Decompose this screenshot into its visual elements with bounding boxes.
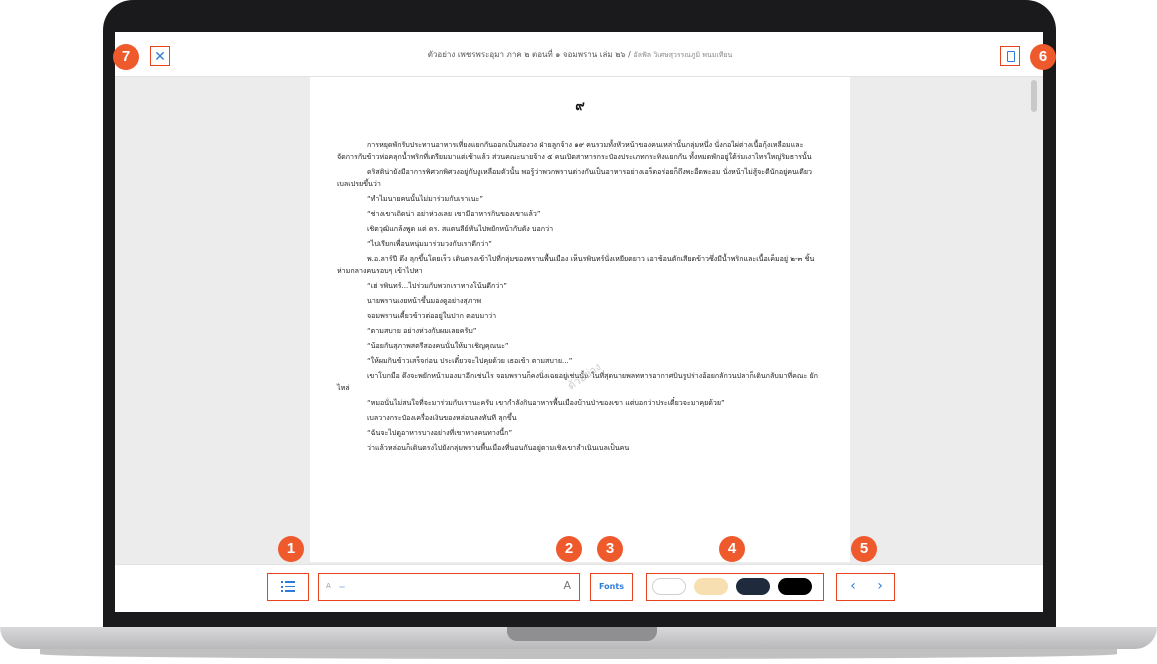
page-text: การหยุดพักรับประทานอาหารเที่ยงแยกกันออกเ… [337, 139, 822, 457]
callout-5: 5 [851, 536, 877, 562]
paragraph: “ตามสบาย อย่างห่วงกับผมเลยครับ” [367, 326, 477, 335]
laptop-shadow [40, 649, 1117, 659]
chevron-right-icon[interactable]: › [873, 578, 887, 594]
page-navigation: ‹ › [836, 573, 895, 601]
theme-selector [646, 573, 824, 601]
paragraph: พ.อ.ลาร์ปี ดึง ลุกขึ้นโดยเร็ว เดินตรงเข้… [337, 254, 815, 275]
laptop-notch [507, 627, 657, 641]
reader-toolbar: A A Fonts ‹ › [115, 564, 1043, 612]
paragraph: “ไปเรียกเพื่อนหนุ่มมาร่วมวงกับเราดีกว่า” [367, 239, 492, 248]
slider-track [339, 586, 345, 588]
callout-7: 7 [113, 44, 139, 70]
paragraph: จอมพรานเคี้ยวข้าวต่ออยู่ในปาก ตอบมาว่า [367, 311, 497, 320]
paragraph: “ช่างเขาเถิดน่า อย่าห่วงเลย เขามีอาหารกิ… [367, 209, 541, 218]
paragraph: “หมอนั่นไม่สนใจที่จะมาร่วมกับเรานะครับ เ… [367, 398, 725, 407]
book-author: อัลฟัล วิเศษสุวรรณภูมิ พนมเทียน [633, 51, 733, 59]
paragraph: “ฉันจะไปดูอาหารบางอย่างที่เขาทางคนทางนี้… [367, 428, 513, 437]
chevron-left-icon[interactable]: ‹ [846, 578, 860, 594]
theme-white-swatch[interactable] [652, 578, 686, 595]
theme-black-swatch[interactable] [778, 578, 812, 595]
callout-2: 2 [556, 536, 582, 562]
close-icon: ✕ [154, 49, 166, 65]
paragraph: นายพรานเงยหน้าขึ้นมองดูอย่างสุภาพ [367, 296, 482, 305]
reader-screen: ✕ ตัวอย่าง เพชรพระอุมา ภาค ๒ ตอนที่ ๑ จอ… [115, 32, 1043, 612]
scrollbar[interactable] [1031, 80, 1037, 112]
bookmark-icon [1007, 51, 1015, 62]
fonts-button[interactable]: Fonts [590, 573, 633, 601]
paragraph: ดริสติน่ายังมีอาการพิศวกพิศวงอยู่กับงูเห… [337, 167, 813, 188]
theme-navy-swatch[interactable] [736, 578, 770, 595]
bookmark-button[interactable] [1000, 46, 1020, 66]
font-size-small-label: A [326, 582, 331, 590]
paragraph: “เฮ่ รพินทร์...ไปร่วมกับพวกเราทางโน้นดีก… [367, 281, 507, 290]
theme-sepia-swatch[interactable] [694, 578, 728, 595]
document-title: ตัวอย่าง เพชรพระอุมา ภาค ๒ ตอนที่ ๑ จอมพ… [285, 48, 875, 61]
book-page: ๙ การหยุดพักรับประทานอาหารเที่ยงแยกกันออ… [310, 77, 850, 562]
list-icon [281, 581, 295, 593]
page-number: ๙ [575, 99, 585, 114]
paragraph: การหยุดพักรับประทานอาหารเที่ยงแยกกันออกเ… [337, 140, 812, 161]
callout-4: 4 [719, 536, 745, 562]
paragraph: ว่าแล้วหล่อนก็เดินตรงไปยังกลุ่มพรานพื้นเ… [367, 443, 630, 452]
table-of-contents-button[interactable] [267, 573, 309, 601]
book-title: ตัวอย่าง เพชรพระอุมา ภาค ๒ ตอนที่ ๑ จอมพ… [427, 50, 631, 59]
paragraph: เชิดวุฒิแกล้งพูด แต่ ดร. สแตนลีย์หันไปพย… [367, 224, 554, 233]
paragraph: “น้อยกันสุภาพสตรีสองคนนั่นให้มาเชิญคุณนะ… [367, 341, 509, 350]
callout-3: 3 [597, 536, 623, 562]
close-button[interactable]: ✕ [150, 46, 170, 66]
callout-6: 6 [1030, 44, 1056, 70]
paragraph: “ให้ผมกินข้าวเสร็จก่อน ประเดี๋ยวจะไปคุยด… [367, 356, 573, 365]
font-size-large-label: A [563, 579, 571, 592]
paragraph: “ทำไมนายคนนั้นไม่มาร่วมกับเราเนะ” [367, 194, 484, 203]
callout-1: 1 [278, 536, 304, 562]
reader-header: ✕ ตัวอย่าง เพชรพระอุมา ภาค ๒ ตอนที่ ๑ จอ… [115, 32, 1043, 77]
paragraph: เบลวางกระป๋องเครื่องเงินของหล่อนลงทันที … [367, 413, 517, 422]
font-size-slider[interactable]: A A [318, 573, 580, 601]
